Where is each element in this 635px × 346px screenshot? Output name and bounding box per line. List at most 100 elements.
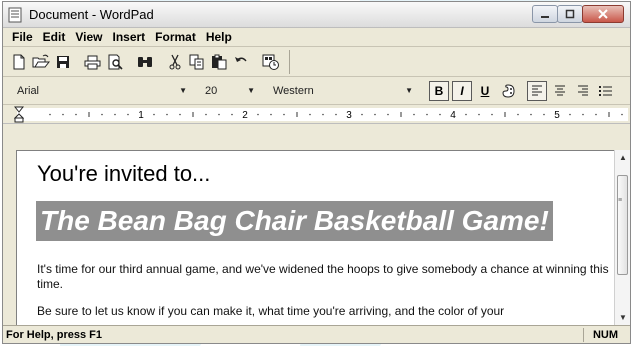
font-select[interactable]: Arial ▼ (11, 80, 191, 101)
chevron-down-icon: ▼ (247, 86, 255, 95)
scroll-down-icon[interactable]: ▼ (615, 310, 630, 326)
font-value: Arial (17, 84, 40, 97)
ruler-dot (543, 113, 545, 116)
print-preview-button[interactable] (105, 52, 125, 72)
ruler-dot (218, 113, 220, 116)
find-icon (138, 56, 152, 67)
ruler-dot (270, 113, 272, 116)
ruler-dot (75, 113, 77, 116)
wordpad-icon (8, 7, 22, 22)
save-button[interactable] (53, 52, 73, 72)
align-left-button[interactable] (527, 80, 547, 101)
title-bar[interactable]: Document - WordPad (3, 2, 630, 28)
align-center-icon (555, 85, 565, 95)
print-icon (84, 55, 101, 69)
bullets-button[interactable] (596, 81, 616, 101)
ruler-dot (361, 113, 363, 116)
doc-paragraph-partial: Be sure to let us know if you can make i… (37, 304, 505, 318)
cut-icon (169, 54, 181, 69)
cut-button[interactable] (165, 52, 185, 72)
print-button[interactable] (83, 52, 103, 72)
ruler-dot (595, 113, 597, 116)
open-button[interactable] (31, 52, 51, 72)
undo-button[interactable] (231, 52, 251, 72)
ruler-number: 3 (346, 110, 352, 121)
grip-icon: ≡ (618, 197, 623, 204)
doc-paragraph: It's time for our third annual game, and… (37, 262, 609, 291)
doc-banner: The Bean Bag Chair Basketball Game! (36, 201, 553, 241)
indent-marker-icon (14, 106, 24, 123)
align-right-button[interactable] (573, 81, 593, 101)
ruler-dot (179, 113, 181, 116)
document-area[interactable]: You're invited to... The Bean Bag Chair … (16, 150, 616, 326)
menu-help[interactable]: Help (201, 30, 237, 44)
find-button[interactable] (135, 52, 155, 72)
ruler-dot (62, 113, 64, 116)
scroll-thumb[interactable] (617, 175, 628, 275)
menu-format[interactable]: Format (150, 30, 201, 44)
ruler-dot (205, 113, 207, 116)
italic-button[interactable]: I (452, 80, 472, 101)
ruler-dot (387, 113, 389, 116)
ruler-dot (426, 113, 428, 116)
ruler-dot (491, 113, 493, 116)
ruler-dot (309, 113, 311, 116)
underline-label: U (480, 83, 490, 98)
ruler[interactable]: 1 2 3 4 5 (3, 105, 630, 124)
menu-edit[interactable]: Edit (38, 30, 71, 44)
save-icon (57, 55, 69, 68)
underline-button[interactable]: U (475, 81, 495, 101)
menu-file[interactable]: File (7, 30, 38, 44)
ruler-dot (582, 113, 584, 116)
font-size-value: 20 (205, 84, 218, 97)
script-value: Western (273, 84, 314, 97)
ruler-dot (413, 113, 415, 116)
scroll-up-icon[interactable]: ▲ (615, 150, 630, 166)
minimize-icon (541, 16, 549, 18)
status-num: NUM (592, 328, 618, 341)
chevron-down-icon: ▼ (405, 86, 413, 95)
ruler-dot (569, 113, 571, 116)
menu-bar: File Edit View Insert Format Help (3, 28, 630, 47)
script-select[interactable]: Western ▼ (267, 80, 417, 101)
bullets-icon (599, 85, 612, 96)
bold-button[interactable]: B (429, 80, 449, 101)
close-button[interactable] (582, 5, 624, 23)
ruler-dot (101, 113, 103, 116)
ruler-dot (439, 113, 441, 116)
wordpad-window: Document - WordPad File Edit View Insert… (2, 1, 631, 344)
insert-datetime-icon (262, 54, 279, 70)
ruler-dot (478, 113, 480, 116)
chevron-down-icon: ▼ (179, 86, 187, 95)
copy-button[interactable] (187, 52, 207, 72)
align-right-icon (578, 85, 588, 95)
ruler-number: 2 (242, 110, 248, 121)
color-button[interactable] (498, 81, 518, 101)
ruler-dot (49, 113, 51, 116)
ruler-dot (335, 113, 337, 116)
menu-insert[interactable]: Insert (107, 30, 150, 44)
maximize-icon (565, 9, 575, 19)
new-icon (13, 54, 25, 69)
insert-datetime-button[interactable] (261, 52, 281, 72)
ruler-dot (114, 113, 116, 116)
status-help: For Help, press F1 (6, 328, 102, 341)
color-icon (502, 83, 515, 98)
menu-view[interactable]: View (70, 30, 107, 44)
ruler-dot (257, 113, 259, 116)
standard-toolbar (3, 47, 630, 77)
align-center-button[interactable] (550, 81, 570, 101)
format-bar: Arial ▼ 20 ▼ Western ▼ B I U (3, 77, 630, 105)
doc-heading: You're invited to... (37, 161, 211, 186)
paste-button[interactable] (209, 52, 229, 72)
ruler-dot (621, 113, 623, 116)
ruler-number: 5 (554, 110, 560, 121)
ruler-dot (283, 113, 285, 116)
ruler-dot (322, 113, 324, 116)
font-size-select[interactable]: 20 ▼ (199, 80, 259, 101)
new-button[interactable] (9, 52, 29, 72)
vertical-scrollbar[interactable]: ▲ ≡ ▼ (614, 150, 630, 326)
minimize-button[interactable] (532, 5, 558, 23)
undo-icon (235, 56, 247, 62)
maximize-button[interactable] (557, 5, 583, 23)
